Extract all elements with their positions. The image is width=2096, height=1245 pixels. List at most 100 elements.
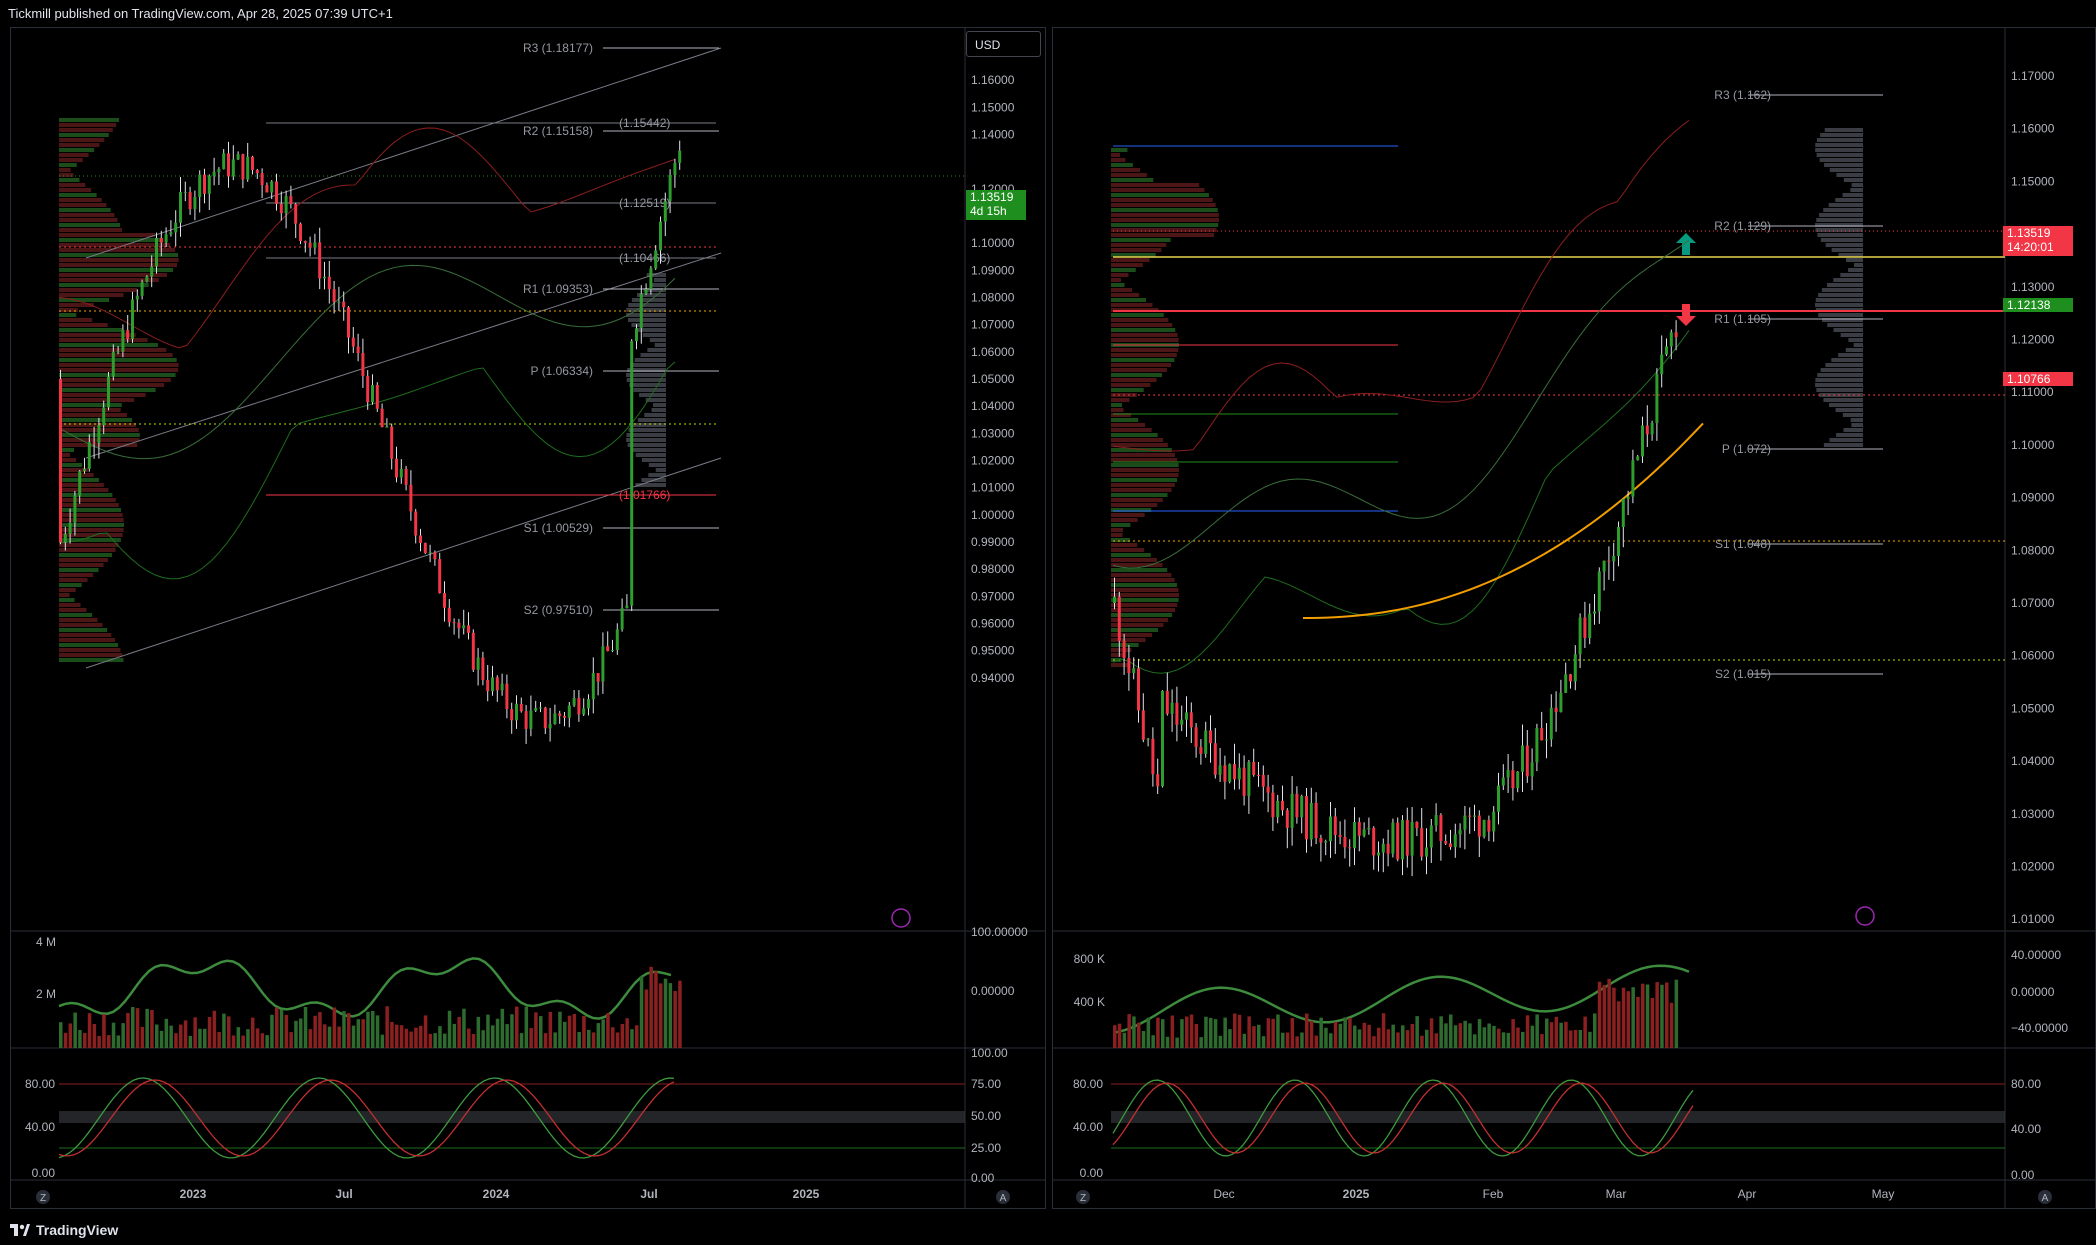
volume-profile-row	[1111, 568, 1168, 572]
volume-profile-row	[653, 403, 666, 407]
chart-canvas-right[interactable]: R3 (1.162) R2 (1.129) R1 (1.105) P (1.072) S…	[1053, 28, 2096, 1209]
candle-body	[294, 204, 298, 224]
candle-body	[1161, 690, 1164, 787]
candle-body	[1218, 765, 1222, 775]
volume-bar	[299, 1018, 303, 1048]
candle-body	[1607, 560, 1611, 562]
volume-bar	[457, 1017, 461, 1048]
candle-body	[1386, 843, 1390, 854]
candle-body	[1117, 596, 1121, 641]
chart-panel-right[interactable]: R3 (1.162) R2 (1.129) R1 (1.105) P (1.072) S…	[1052, 27, 2096, 1209]
volume-profile-row	[1111, 183, 1200, 187]
down-arrow-icon	[1676, 304, 1696, 326]
volume-profile-row	[1842, 193, 1863, 197]
candle-body	[371, 384, 374, 403]
volume-profile-row	[1848, 268, 1863, 272]
volume-bar	[467, 1028, 471, 1048]
volume-profile-row	[59, 118, 120, 122]
volume-profile-row	[59, 158, 83, 162]
price-axis-label: 1.01000	[2011, 912, 2055, 926]
volume-profile-row	[640, 353, 666, 357]
volume-bar	[1113, 1025, 1117, 1048]
volume-profile-row	[59, 508, 122, 512]
volume-axis-label: 800 K	[1074, 952, 1105, 966]
volume-profile-row	[59, 323, 108, 327]
candle-body	[159, 237, 163, 243]
volume-bar	[1189, 1014, 1194, 1048]
candle-body	[577, 698, 581, 715]
volume-bar	[462, 1008, 466, 1048]
volume-bar	[519, 1033, 524, 1048]
stoch-axis-label: 40.00	[25, 1120, 55, 1134]
price-axis-label: 0.96000	[971, 617, 1015, 631]
volume-profile-row	[59, 518, 124, 522]
volume-profile-row	[59, 603, 81, 607]
tradingview-logo[interactable]: TradingView	[10, 1222, 118, 1238]
volume-profile-row	[1816, 138, 1863, 142]
volume-bar	[534, 1012, 538, 1048]
trend-channel-middle	[85, 252, 722, 459]
volume-bar	[563, 1021, 567, 1048]
price-axis-label: 1.12000	[2011, 333, 2055, 347]
candle-body	[390, 426, 394, 459]
volume-profile-row	[59, 183, 86, 187]
volume-bar	[1669, 1002, 1674, 1048]
volume-bar	[380, 1034, 385, 1048]
volume-profile-row	[1111, 338, 1179, 342]
price-axis-label: 1.14000	[971, 128, 1015, 142]
candle-body	[563, 715, 566, 718]
candle-body	[260, 173, 264, 186]
volume-profile-row	[59, 138, 105, 142]
volume-profile-row	[1111, 168, 1141, 172]
volume-bar	[83, 1032, 87, 1048]
volume-profile-row	[1111, 283, 1125, 287]
volume-profile-row	[59, 628, 108, 632]
candle-body	[207, 175, 211, 194]
candle-body	[1535, 728, 1539, 763]
volume-profile-row	[59, 268, 174, 272]
candle-body	[198, 174, 202, 197]
price-axis-label: 1.08000	[971, 291, 1015, 305]
volume-profile-row	[1854, 263, 1863, 267]
volume-profile-row	[1111, 578, 1175, 582]
volume-bar	[1645, 984, 1650, 1048]
volume-profile-row	[1111, 328, 1176, 332]
volume-profile-row	[59, 358, 177, 362]
candlestick-series	[59, 140, 682, 744]
volume-bar	[92, 1024, 97, 1048]
volume-bar	[1660, 984, 1664, 1048]
candle-body	[515, 703, 518, 721]
chart-canvas-left[interactable]: R3 (1.18177) R2 (1.15158) R1 (1.09353) P (1…	[11, 28, 1046, 1209]
candle-body	[673, 162, 677, 176]
level-label: (1.10466)	[619, 251, 670, 265]
chart-panel-left[interactable]: R3 (1.18177) R2 (1.15158) R1 (1.09353) P (1…	[10, 27, 1046, 1209]
volume-bar	[553, 1032, 557, 1048]
candle-body	[1391, 822, 1395, 854]
volume-profile-row	[630, 363, 666, 367]
volume-bar	[639, 976, 644, 1048]
volume-profile-row	[651, 408, 666, 412]
volume-bar	[591, 1032, 596, 1048]
volume-profile-row	[59, 178, 80, 182]
candle-body	[519, 703, 523, 712]
volume-bar	[1674, 979, 1679, 1048]
candle-body	[1367, 827, 1371, 830]
volume-profile-row	[627, 318, 666, 322]
candle-body	[1506, 770, 1510, 778]
volume-bar	[1141, 1031, 1146, 1048]
volume-bar	[1621, 987, 1626, 1048]
candle-body	[1434, 815, 1438, 826]
volume-bars	[59, 966, 682, 1048]
candle-body	[1516, 771, 1520, 789]
candle-body	[1569, 674, 1572, 682]
volume-profile-row	[59, 618, 98, 622]
candle-body	[1578, 617, 1582, 655]
volume-bar	[1377, 1027, 1381, 1048]
bar-countdown: 4d 15h	[970, 204, 1007, 218]
candle-body	[1477, 815, 1481, 837]
candle-body	[1348, 847, 1352, 849]
currency-selector[interactable]: USD	[966, 31, 1041, 57]
candlestick-series	[1113, 320, 1678, 877]
price-axis-label: 1.11000	[2011, 385, 2054, 399]
candle-body	[1453, 834, 1457, 848]
